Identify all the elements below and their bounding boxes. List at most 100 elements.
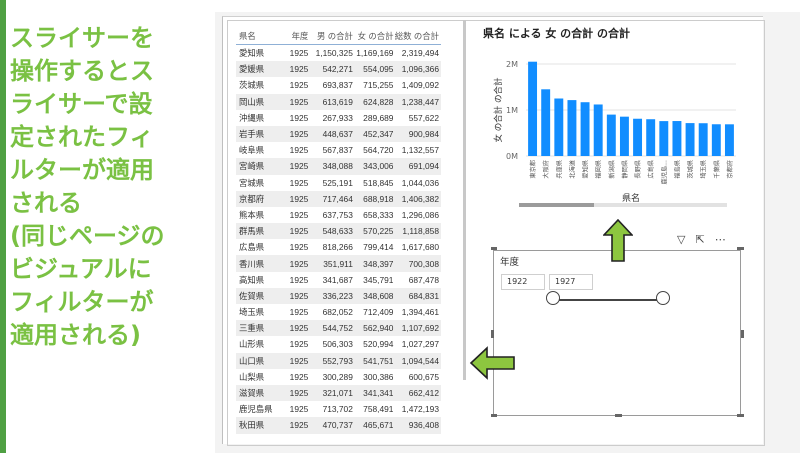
resize-handle-bottom-right[interactable] <box>737 414 744 417</box>
cell-female-total: 345,791 <box>363 274 394 285</box>
table-row[interactable]: 埼玉県 1925 682,052 712,409 1,394,461 <box>236 304 441 320</box>
cell-male-total: 542,271 <box>322 64 353 75</box>
table-row[interactable]: 沖縄県 1925 267,933 289,689 557,622 <box>236 110 441 126</box>
chart-bar <box>528 61 538 157</box>
focus-mode-icon[interactable]: ⇱ <box>695 234 704 248</box>
cell-male-total: 552,793 <box>322 355 353 366</box>
x-tick-label: 福島県 <box>673 160 681 179</box>
cell-prefecture: 秋田県 <box>239 420 265 431</box>
slider-start-knob[interactable] <box>546 291 560 305</box>
slider-track[interactable] <box>553 299 663 301</box>
chart-scrollbar-thumb[interactable] <box>519 203 594 207</box>
resize-handle-bottom[interactable] <box>615 414 622 417</box>
cell-female-total: 758,491 <box>363 404 394 415</box>
x-tick-label: 京都府 <box>726 160 734 179</box>
x-tick-label: 長野県 <box>634 160 642 179</box>
arrow-left-icon <box>469 346 515 380</box>
cell-year: 1925 <box>289 404 309 415</box>
table-row[interactable]: 山梨県 1925 300,289 300,386 600,675 <box>236 369 441 385</box>
cell-female-total: 715,255 <box>363 80 394 91</box>
table-row[interactable]: 宮崎県 1925 348,088 343,006 691,094 <box>236 158 441 175</box>
cell-female-total: 348,608 <box>363 290 394 301</box>
resize-handle-right[interactable] <box>741 330 744 338</box>
column-header-prefecture[interactable]: 県名 <box>236 30 283 42</box>
cell-male-total: 682,052 <box>322 307 353 318</box>
table-row[interactable]: 山形県 1925 506,303 520,994 1,027,297 <box>236 336 441 352</box>
cell-female-total: 289,689 <box>363 112 394 123</box>
table-row[interactable]: 岩手県 1925 448,637 452,347 900,984 <box>236 125 441 143</box>
cell-year: 1925 <box>289 226 309 237</box>
data-table: 県名 年度 男 の合計 女 の合計 総数 の合計 愛知県 1925 1,150,32… <box>236 27 441 434</box>
filter-icon[interactable]: ▽ <box>677 234 685 248</box>
table-row[interactable]: 群馬県 1925 548,633 570,225 1,118,858 <box>236 223 441 240</box>
arrow-up-icon <box>603 219 633 262</box>
chart-bar <box>698 123 708 156</box>
table-row[interactable]: 広島県 1925 818,266 799,414 1,617,680 <box>236 239 441 255</box>
table-scrollbar[interactable] <box>463 20 466 380</box>
cell-prefecture: 沖縄県 <box>239 112 265 123</box>
column-header-year[interactable]: 年度 <box>283 30 309 42</box>
cell-female-total: 554,095 <box>363 64 394 75</box>
table-row[interactable]: 岡山県 1925 613,619 624,828 1,238,447 <box>236 93 441 110</box>
table-row[interactable]: 山口県 1925 552,793 541,751 1,094,544 <box>236 352 441 369</box>
table-row[interactable]: 愛媛県 1925 542,271 554,095 1,096,366 <box>236 61 441 78</box>
cell-grand-total: 700,308 <box>408 258 439 269</box>
table-header: 県名 年度 男 の合計 女 の合計 総数 の合計 <box>236 27 441 45</box>
cell-male-total: 351,911 <box>323 258 353 269</box>
table-row[interactable]: 香川県 1925 351,911 348,397 700,308 <box>236 255 441 272</box>
chart-bar <box>593 104 603 156</box>
table-row[interactable]: 熊本県 1925 637,753 658,333 1,296,086 <box>236 207 441 223</box>
cell-year: 1925 <box>289 193 309 204</box>
cell-grand-total: 936,408 <box>408 420 439 431</box>
chart-scrollbar[interactable] <box>519 203 727 207</box>
table-row[interactable]: 三重県 1925 544,752 562,940 1,107,692 <box>236 320 441 337</box>
chart-bar <box>633 118 643 156</box>
more-options-icon[interactable]: ⋯ <box>715 234 726 248</box>
cell-grand-total: 1,096,366 <box>401 64 439 75</box>
table-row[interactable]: 滋賀県 1925 321,071 341,341 662,412 <box>236 384 441 402</box>
table-row[interactable]: 秋田県 1925 470,737 465,671 936,408 <box>236 417 441 434</box>
cell-prefecture: 宮崎県 <box>239 161 265 172</box>
cell-male-total: 613,619 <box>322 96 353 107</box>
resize-handle-top-left[interactable] <box>491 247 497 250</box>
table-row[interactable]: 岐阜県 1925 567,837 564,720 1,132,557 <box>236 142 441 158</box>
table-row[interactable]: 京都府 1925 717,464 688,918 1,406,382 <box>236 190 441 207</box>
table-row[interactable]: 茨城県 1925 693,837 715,255 1,409,092 <box>236 77 441 93</box>
cell-grand-total: 1,617,680 <box>401 242 439 253</box>
bar-chart: 2M 1M 0M 女 の合計 の合計東京都 大阪府 兵庫県 北海道 愛知県 福岡県 新潟県 静岡県長… <box>493 60 736 204</box>
cell-grand-total: 1,472,193 <box>401 404 439 415</box>
slider-end-knob[interactable] <box>656 291 670 305</box>
x-tick-label: 埼玉県 <box>700 160 708 179</box>
resize-handle-top-right[interactable] <box>737 247 744 250</box>
cell-female-total: 799,414 <box>363 242 394 253</box>
chart-bar <box>724 124 734 156</box>
table-row[interactable]: 宮城県 1925 525,191 518,845 1,044,036 <box>236 175 441 191</box>
resize-handle-bottom-left[interactable] <box>491 414 497 417</box>
x-tick-label: 東京都 <box>529 160 537 179</box>
chart-bar <box>619 116 629 156</box>
chart-bar <box>685 123 695 156</box>
cell-grand-total: 1,132,557 <box>401 145 439 156</box>
cell-female-total: 1,169,169 <box>356 48 394 59</box>
table-row[interactable]: 愛知県 1925 1,150,325 1,169,169 2,319,494 <box>236 45 441 61</box>
column-header-male-total[interactable]: 男 の合計 <box>308 30 353 42</box>
cell-grand-total: 900,984 <box>408 129 439 140</box>
table-row[interactable]: 佐賀県 1925 336,223 348,608 684,831 <box>236 287 441 304</box>
y-tick-label: 1M <box>506 106 518 115</box>
cell-male-total: 448,637 <box>322 129 353 140</box>
cell-year: 1925 <box>289 96 309 107</box>
cell-female-total: 658,333 <box>363 209 394 220</box>
slicer-end-input[interactable]: 1927 <box>549 274 593 290</box>
cell-prefecture: 群馬県 <box>239 226 265 237</box>
table-row[interactable]: 高知県 1925 341,687 345,791 687,478 <box>236 272 441 288</box>
column-header-grand-total[interactable]: 総数 の合計 <box>393 30 441 42</box>
resize-handle-left[interactable] <box>491 330 494 338</box>
cell-year: 1925 <box>289 129 309 140</box>
cell-prefecture: 宮城県 <box>239 177 265 188</box>
column-header-female-total[interactable]: 女 の合計 <box>353 30 394 42</box>
cell-female-total: 570,225 <box>363 226 394 237</box>
cell-female-total: 341,341 <box>363 388 394 399</box>
cell-year: 1925 <box>289 242 309 253</box>
slicer-start-input[interactable]: 1922 <box>501 274 545 290</box>
table-row[interactable]: 鹿児島県 1925 713,702 758,491 1,472,193 <box>236 401 441 417</box>
